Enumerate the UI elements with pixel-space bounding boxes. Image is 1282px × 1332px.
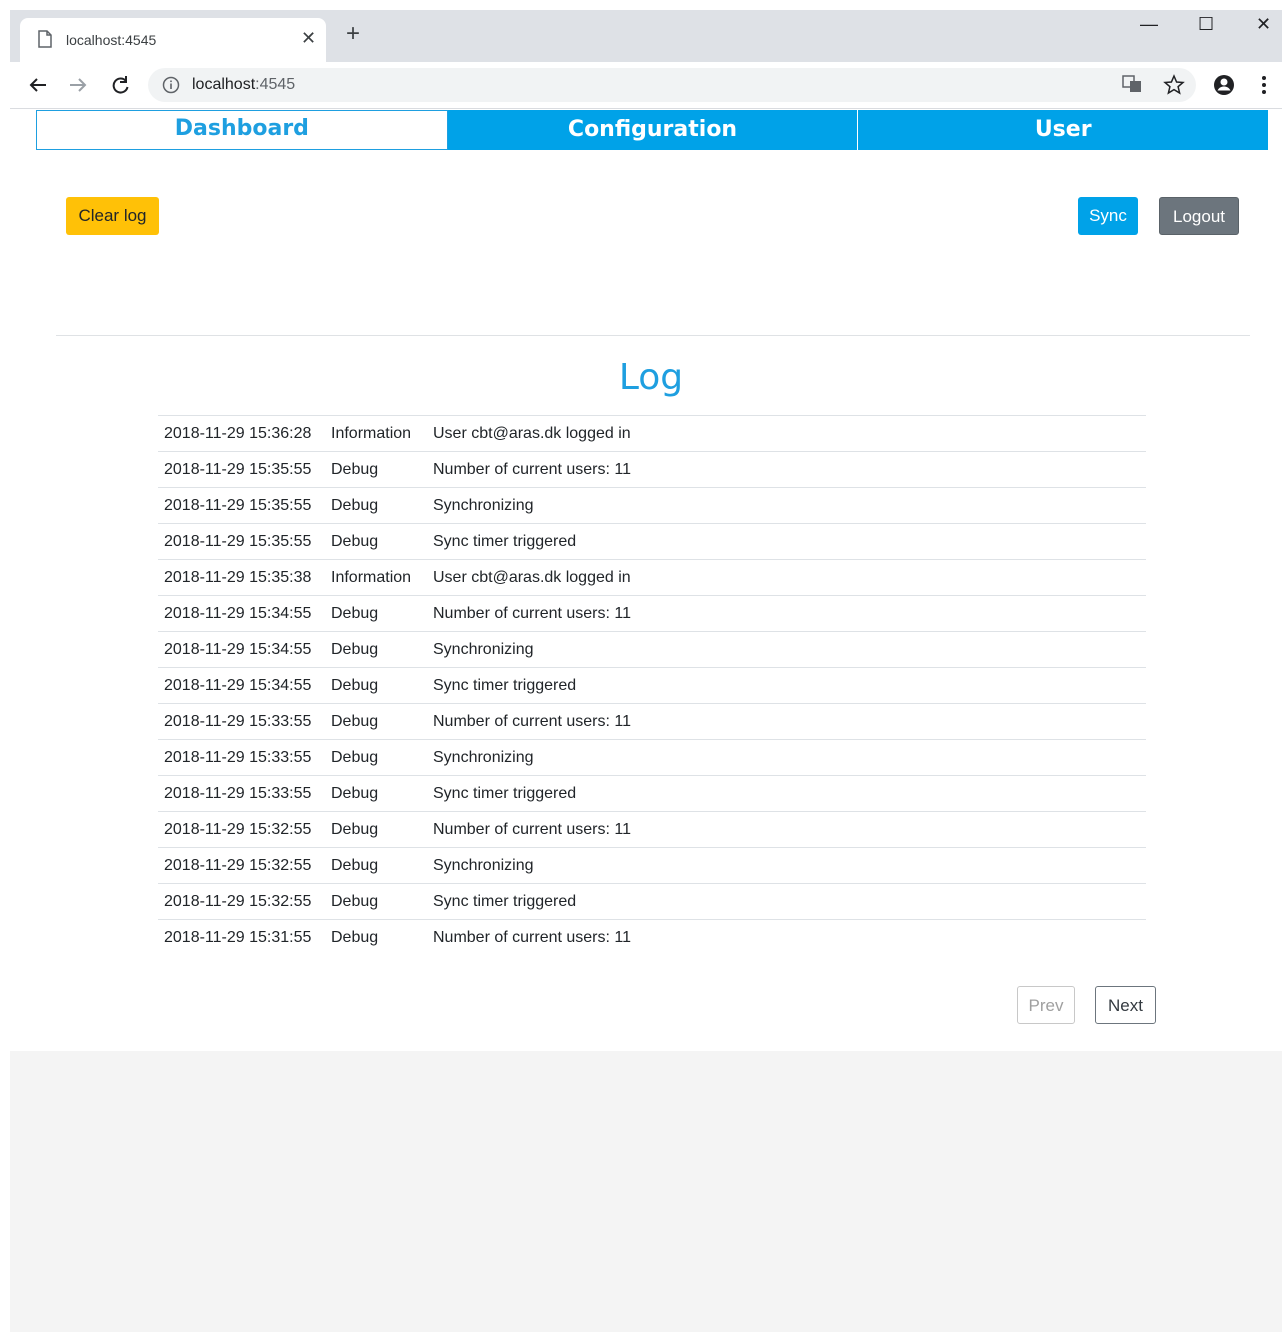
close-window-icon[interactable]: ✕ — [1256, 14, 1271, 35]
tab-title: localhost:4545 — [66, 32, 157, 48]
log-timestamp: 2018-11-29 15:33:55 — [158, 703, 325, 740]
log-level: Debug — [325, 703, 427, 740]
log-message: Synchronizing — [427, 487, 1146, 524]
main-nav: Dashboard Configuration User — [36, 110, 1269, 150]
log-level: Debug — [325, 847, 427, 884]
log-level: Information — [325, 559, 427, 596]
info-icon[interactable] — [162, 76, 180, 99]
log-message: Sync timer triggered — [427, 523, 1146, 560]
sync-button[interactable]: Sync — [1078, 197, 1138, 235]
log-row: 2018-11-29 15:33:55 Debug Number of curren… — [158, 703, 1146, 740]
log-timestamp: 2018-11-29 15:35:55 — [158, 487, 325, 524]
logout-button[interactable]: Logout — [1159, 197, 1239, 235]
log-timestamp: 2018-11-29 15:34:55 — [158, 631, 325, 668]
log-level: Debug — [325, 631, 427, 668]
log-row: 2018-11-29 15:35:38 Information User cbt@a… — [158, 559, 1146, 596]
browser-tab[interactable]: localhost:4545 ✕ — [20, 18, 326, 62]
log-message: Synchronizing — [427, 631, 1146, 668]
log-row: 2018-11-29 15:33:55 Debug Sync timer trigg… — [158, 775, 1146, 812]
log-row: 2018-11-29 15:34:55 Debug Number of curren… — [158, 595, 1146, 632]
browser-window: localhost:4545 ✕ + — ☐ ✕ localhost:4545 — [10, 10, 1282, 1332]
log-row: 2018-11-29 15:31:55 Debug Number of curren… — [158, 919, 1146, 955]
back-arrow-icon[interactable] — [24, 71, 52, 99]
translate-icon[interactable] — [1122, 74, 1142, 99]
log-level: Debug — [325, 451, 427, 488]
close-tab-icon[interactable]: ✕ — [301, 28, 316, 49]
log-message: Number of current users: 11 — [427, 595, 1146, 632]
tab-user[interactable]: User — [857, 110, 1269, 150]
log-timestamp: 2018-11-29 15:35:55 — [158, 523, 325, 560]
log-level: Debug — [325, 523, 427, 560]
reload-icon[interactable] — [106, 71, 134, 99]
log-message: User cbt@aras.dk logged in — [427, 559, 1146, 596]
log-message: Number of current users: 11 — [427, 811, 1146, 848]
log-row: 2018-11-29 15:34:55 Debug Sync timer trigg… — [158, 667, 1146, 704]
url-host: localhost — [192, 76, 256, 93]
log-row: 2018-11-29 15:36:28 Information User cbt@a… — [158, 415, 1146, 452]
log-timestamp: 2018-11-29 15:33:55 — [158, 739, 325, 776]
section-divider — [56, 335, 1250, 336]
log-row: 2018-11-29 15:35:55 Debug Sync timer trigg… — [158, 523, 1146, 560]
log-timestamp: 2018-11-29 15:34:55 — [158, 595, 325, 632]
log-message: Sync timer triggered — [427, 667, 1146, 704]
maximize-icon[interactable]: ☐ — [1198, 14, 1214, 35]
page-icon — [38, 30, 52, 53]
log-message: Number of current users: 11 — [427, 451, 1146, 488]
log-row: 2018-11-29 15:33:55 Debug Synchronizing — [158, 739, 1146, 776]
log-timestamp: 2018-11-29 15:34:55 — [158, 667, 325, 704]
log-row: 2018-11-29 15:32:55 Debug Synchronizing — [158, 847, 1146, 884]
prev-page-button[interactable]: Prev — [1017, 986, 1075, 1024]
log-timestamp: 2018-11-29 15:32:55 — [158, 883, 325, 920]
tab-dashboard[interactable]: Dashboard — [36, 110, 448, 150]
log-level: Debug — [325, 919, 427, 955]
log-timestamp: 2018-11-29 15:35:38 — [158, 559, 325, 596]
log-level: Debug — [325, 595, 427, 632]
new-tab-icon[interactable]: + — [346, 22, 360, 46]
log-message: User cbt@aras.dk logged in — [427, 415, 1146, 452]
log-table: 2018-11-29 15:36:28 Information User cbt@a… — [158, 415, 1146, 955]
log-row: 2018-11-29 15:34:55 Debug Synchronizing — [158, 631, 1146, 668]
clear-log-button[interactable]: Clear log — [66, 197, 159, 235]
browser-toolbar: localhost:4545 — [10, 62, 1282, 109]
minimize-icon[interactable]: — — [1140, 14, 1158, 35]
log-timestamp: 2018-11-29 15:32:55 — [158, 811, 325, 848]
log-row: 2018-11-29 15:32:55 Debug Number of curren… — [158, 811, 1146, 848]
log-level: Debug — [325, 667, 427, 704]
tab-configuration[interactable]: Configuration — [447, 110, 858, 150]
log-row: 2018-11-29 15:32:55 Debug Sync timer trigg… — [158, 883, 1146, 920]
log-row: 2018-11-29 15:35:55 Debug Number of curren… — [158, 451, 1146, 488]
menu-kebab-icon[interactable] — [1261, 74, 1267, 101]
log-level: Debug — [325, 883, 427, 920]
log-message: Number of current users: 11 — [427, 919, 1146, 955]
url-port: :4545 — [255, 76, 296, 93]
log-level: Information — [325, 415, 427, 452]
forward-arrow-icon[interactable] — [64, 71, 92, 99]
bookmark-star-icon[interactable] — [1163, 74, 1185, 101]
log-timestamp: 2018-11-29 15:33:55 — [158, 775, 325, 812]
log-timestamp: 2018-11-29 15:36:28 — [158, 415, 325, 452]
log-timestamp: 2018-11-29 15:35:55 — [158, 451, 325, 488]
log-row: 2018-11-29 15:35:55 Debug Synchronizing — [158, 487, 1146, 524]
log-timestamp: 2018-11-29 15:32:55 — [158, 847, 325, 884]
log-message: Number of current users: 11 — [427, 703, 1146, 740]
address-bar[interactable]: localhost:4545 — [148, 68, 1196, 102]
account-icon[interactable] — [1213, 74, 1235, 101]
url-text: localhost:4545 — [192, 76, 295, 94]
log-message: Sync timer triggered — [427, 883, 1146, 920]
log-message: Synchronizing — [427, 739, 1146, 776]
log-level: Debug — [325, 775, 427, 812]
log-heading: Log — [618, 357, 684, 398]
log-level: Debug — [325, 739, 427, 776]
log-level: Debug — [325, 811, 427, 848]
log-level: Debug — [325, 487, 427, 524]
page-content: Dashboard Configuration User Clear log S… — [10, 109, 1282, 1051]
tab-strip: localhost:4545 ✕ + — ☐ ✕ — [10, 10, 1282, 62]
next-page-button[interactable]: Next — [1095, 986, 1156, 1024]
log-timestamp: 2018-11-29 15:31:55 — [158, 919, 325, 955]
log-message: Sync timer triggered — [427, 775, 1146, 812]
log-message: Synchronizing — [427, 847, 1146, 884]
